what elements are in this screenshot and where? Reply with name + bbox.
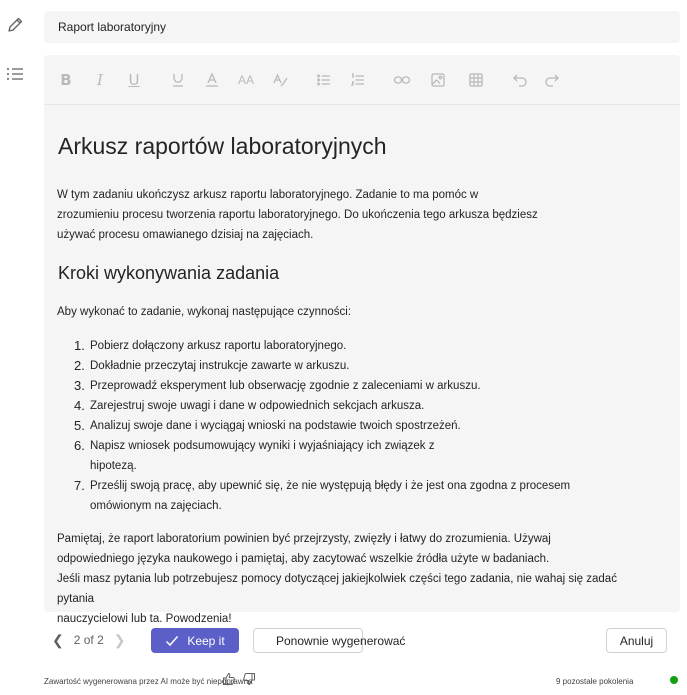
step-text: Prześlij swoją pracę, aby upewnić się, ż… [90, 480, 571, 512]
step-number: 1. [74, 338, 85, 353]
title-input[interactable]: Raport laboratoryjny [44, 11, 680, 43]
regenerate-label: Ponownie wygenerować [276, 633, 406, 648]
step-text: Zarejestruj swoje uwagi i dane w odpowie… [90, 400, 425, 412]
step-text: Dokładnie przeczytaj instrukcje zawarte … [90, 360, 350, 372]
list-item: 1. Pobierz dołączony arkusz raportu labor… [74, 336, 634, 356]
intro-line: zrozumieniu procesu tworzenia raportu la… [57, 209, 538, 221]
list-item: 2. Dokładnie przeczytaj instrukcje zawart… [74, 356, 634, 376]
regenerate-button[interactable]: Ponownie wygenerować [253, 628, 405, 653]
keep-it-button[interactable]: Keep it [151, 628, 239, 653]
list-icon[interactable] [4, 63, 26, 85]
generations-remaining: 9 pozostałe pokolenia [556, 677, 634, 686]
redo-icon[interactable] [542, 70, 562, 90]
undo-icon[interactable] [510, 70, 530, 90]
step-number: 4. [74, 398, 85, 413]
highlight-icon[interactable] [168, 70, 188, 90]
step-text: Analizuj swoje dane i wyciągaj wnioski n… [90, 420, 461, 432]
bullet-list-icon[interactable] [314, 70, 334, 90]
font-color-icon[interactable] [202, 70, 222, 90]
intro-line: W tym zadaniu ukończysz arkusz raportu l… [57, 189, 479, 201]
outro-line: Jeśli masz pytania lub potrzebujesz pomo… [57, 573, 617, 605]
image-icon[interactable] [428, 70, 448, 90]
list-item: 4. Zarejestruj swoje uwagi i dane w odpow… [74, 396, 634, 416]
rich-text-editor[interactable]: B I U AA Arkusz raportów laboratoryjnych… [44, 55, 680, 625]
italic-icon[interactable]: I [90, 70, 110, 90]
step-number: 7. [74, 478, 85, 493]
steps-list: 1. Pobierz dołączony arkusz raportu labor… [74, 336, 634, 516]
formatting-toolbar: B I U AA [44, 55, 680, 105]
thumbs-down-icon[interactable] [242, 672, 256, 686]
list-item: 3. Przeprowadź eksperyment lub obserwację… [74, 376, 634, 396]
cancel-label: Anuluj [619, 633, 654, 648]
edit-pencil-icon[interactable] [4, 14, 26, 36]
outro-line: nauczycielowi lub ta. Powodzenia! [57, 613, 232, 625]
version-counter: 2 of 2 [73, 633, 104, 647]
format-styles-icon[interactable] [270, 70, 290, 90]
step-number: 3. [74, 378, 85, 393]
checkmark-icon [166, 635, 179, 646]
list-item: 5. Analizuj swoje dane i wyciągaj wnioski… [74, 416, 634, 436]
intro-paragraph: W tym zadaniu ukończysz arkusz raportu l… [57, 185, 597, 245]
underline-icon[interactable]: U [124, 70, 144, 90]
intro-line: używać procesu omawianego dzisiaj na zaj… [57, 229, 314, 241]
numbered-list-icon[interactable] [348, 70, 368, 90]
previous-version-icon[interactable]: ❮ [52, 632, 64, 649]
status-indicator [670, 676, 678, 684]
title-input-value: Raport laboratoryjny [58, 20, 167, 34]
version-pager: ❮ 2 of 2 ❯ [52, 630, 126, 650]
steps-lead: Aby wykonać to zadanie, wykonaj następuj… [57, 306, 352, 318]
link-icon[interactable] [392, 70, 412, 90]
feedback-buttons [222, 672, 256, 686]
section-heading: Kroki wykonywania zadania [58, 263, 280, 283]
list-item: 7. Prześlij swoją pracę, aby upewnić się,… [74, 476, 634, 516]
bold-icon[interactable]: B [56, 70, 76, 90]
thumbs-up-icon[interactable] [222, 672, 236, 686]
cancel-button[interactable]: Anuluj [606, 628, 667, 653]
step-text: Przeprowadź eksperyment lub obserwację z… [90, 380, 481, 392]
step-text: Pobierz dołączony arkusz raportu laborat… [90, 340, 347, 352]
list-item: 6. Napisz wniosek podsumowujący wyniki i … [74, 436, 634, 476]
keep-it-label: Keep it [187, 633, 225, 648]
table-icon[interactable] [466, 70, 486, 90]
outro-line: Pamiętaj, że raport laboratorium powinie… [57, 533, 551, 545]
closing-paragraph: Pamiętaj, że raport laboratorium powinie… [57, 529, 627, 629]
left-rail [0, 0, 32, 695]
step-number: 6. [74, 438, 85, 453]
step-number: 5. [74, 418, 85, 433]
step-number: 2. [74, 358, 85, 373]
next-version-icon[interactable]: ❯ [114, 632, 126, 649]
document-title: Arkusz raportów laboratoryjnych [58, 133, 387, 159]
outro-line: odpowiedniego języka naukowego i pamięta… [57, 553, 550, 565]
font-size-icon[interactable]: AA [236, 70, 256, 90]
step-text: Napisz wniosek podsumowujący wyniki i wy… [90, 440, 435, 472]
